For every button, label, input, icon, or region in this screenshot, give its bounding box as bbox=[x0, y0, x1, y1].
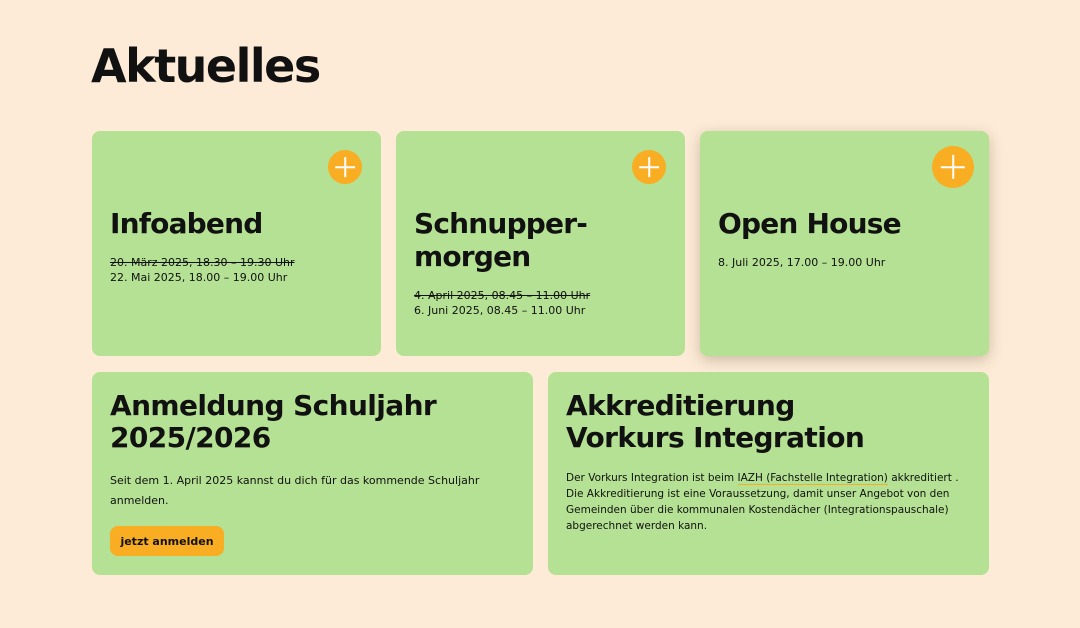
event-title: Open House bbox=[718, 207, 902, 240]
event-date: 8. Juli 2025, 17.00 – 19.00 Uhr bbox=[718, 256, 886, 269]
accreditation-card: Akkreditierung Vorkurs Integration Der V… bbox=[548, 372, 989, 575]
event-date-cancelled: 20. März 2025, 18.30 – 19.30 Uhr bbox=[110, 256, 295, 269]
plus-icon[interactable] bbox=[932, 146, 974, 188]
register-button[interactable]: jetzt anmelden bbox=[110, 526, 224, 556]
page-title: Aktuelles bbox=[91, 39, 321, 93]
event-title: Infoabend bbox=[110, 207, 263, 240]
accreditation-text-line: Der Vorkurs Integration ist beim IAZH (F… bbox=[566, 470, 959, 486]
accreditation-text: Der Vorkurs Integration ist beim IAZH (F… bbox=[566, 470, 959, 534]
accreditation-text-segment: akkreditiert . bbox=[887, 472, 959, 484]
event-title-continued: morgen bbox=[414, 240, 531, 273]
event-title: Schnupper- bbox=[414, 207, 588, 240]
accreditation-title: Akkreditierung Vorkurs Integration bbox=[566, 389, 865, 454]
registration-title: Anmeldung Schuljahr 2025/2026 bbox=[110, 389, 437, 454]
event-date: 22. Mai 2025, 18.00 – 19.00 Uhr bbox=[110, 271, 288, 284]
iazh-link[interactable]: IAZH (Fachstelle Integration) bbox=[737, 472, 888, 485]
event-date-cancelled: 4. April 2025, 08.45 – 11.00 Uhr bbox=[414, 289, 591, 302]
accreditation-text-segment: Der Vorkurs Integration ist beim bbox=[566, 472, 738, 484]
plus-icon[interactable] bbox=[632, 150, 666, 184]
accreditation-text-line: Die Akkreditierung ist eine Voraussetzun… bbox=[566, 488, 950, 500]
accreditation-text-line: Gemeinden über die kommunalen Kostendäch… bbox=[566, 504, 949, 516]
registration-text: Seit dem 1. April 2025 kannst du dich fü… bbox=[110, 471, 479, 511]
registration-card: Anmeldung Schuljahr 2025/2026 Seit dem 1… bbox=[92, 372, 533, 575]
event-date: 6. Juni 2025, 08.45 – 11.00 Uhr bbox=[414, 304, 586, 317]
event-card-open-house[interactable]: Open House 8. Juli 2025, 17.00 – 19.00 U… bbox=[700, 131, 989, 356]
registration-title-line: 2025/2026 bbox=[110, 421, 271, 454]
event-card-schnuppermorgen[interactable]: Schnupper- morgen 4. April 2025, 08.45 –… bbox=[396, 131, 685, 356]
accreditation-title-line: Akkreditierung bbox=[566, 389, 795, 422]
accreditation-text-line: abgerechnet werden kann. bbox=[566, 520, 708, 532]
accreditation-title-line: Vorkurs Integration bbox=[566, 421, 865, 454]
registration-text-line: anmelden. bbox=[110, 494, 169, 507]
plus-icon[interactable] bbox=[328, 150, 362, 184]
event-card-infoabend[interactable]: Infoabend 20. März 2025, 18.30 – 19.30 U… bbox=[92, 131, 381, 356]
registration-title-line: Anmeldung Schuljahr bbox=[110, 389, 437, 422]
registration-text-line: Seit dem 1. April 2025 kannst du dich fü… bbox=[110, 474, 480, 487]
